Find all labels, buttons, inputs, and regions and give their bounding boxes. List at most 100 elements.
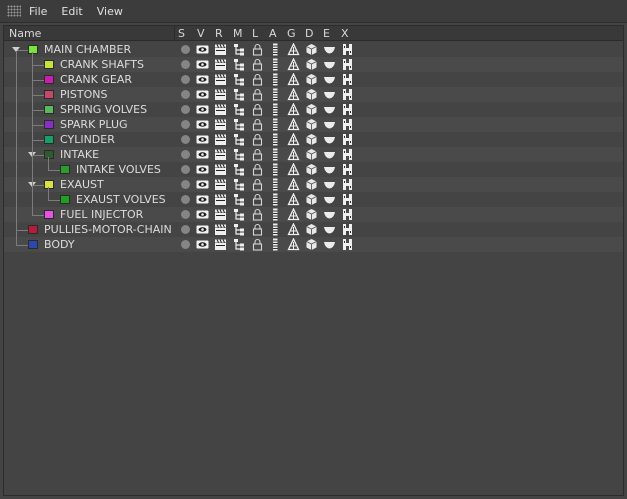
lock-icon[interactable]: [251, 223, 264, 236]
xref-icon[interactable]: [341, 73, 354, 86]
layer-color-swatch[interactable]: [44, 150, 54, 159]
clapperboard-icon[interactable]: [214, 118, 227, 131]
lock-icon[interactable]: [251, 178, 264, 191]
object-name[interactable]: MAIN CHAMBER: [44, 42, 131, 57]
expression-icon[interactable]: [323, 88, 336, 101]
animation-track-icon[interactable]: [269, 148, 282, 161]
layer-color-swatch[interactable]: [60, 165, 70, 174]
lock-icon[interactable]: [251, 193, 264, 206]
layer-color-swatch[interactable]: [44, 210, 54, 219]
layer-color-swatch[interactable]: [44, 90, 54, 99]
hierarchy-icon[interactable]: [233, 43, 246, 56]
object-name[interactable]: BODY: [44, 237, 75, 252]
deformer-icon[interactable]: [305, 148, 318, 161]
eye-icon[interactable]: [196, 208, 209, 221]
object-row-crank-shafts[interactable]: CRANK SHAFTS: [4, 57, 623, 72]
clapperboard-icon[interactable]: [214, 148, 227, 161]
solo-dot-icon[interactable]: [181, 75, 190, 84]
column-header-manager[interactable]: M: [233, 26, 243, 41]
lock-icon[interactable]: [251, 148, 264, 161]
hierarchy-icon[interactable]: [233, 73, 246, 86]
eye-icon[interactable]: [196, 133, 209, 146]
xref-icon[interactable]: [341, 178, 354, 191]
deformer-icon[interactable]: [305, 208, 318, 221]
expression-icon[interactable]: [323, 118, 336, 131]
xref-icon[interactable]: [341, 148, 354, 161]
clapperboard-icon[interactable]: [214, 103, 227, 116]
eye-icon[interactable]: [196, 163, 209, 176]
deformer-icon[interactable]: [305, 73, 318, 86]
eye-icon[interactable]: [196, 178, 209, 191]
menu-view[interactable]: View: [97, 5, 123, 18]
lock-icon[interactable]: [251, 118, 264, 131]
deformer-icon[interactable]: [305, 88, 318, 101]
hierarchy-icon[interactable]: [233, 103, 246, 116]
deformer-icon[interactable]: [305, 133, 318, 146]
layer-color-swatch[interactable]: [28, 225, 38, 234]
object-name[interactable]: CRANK SHAFTS: [60, 57, 144, 72]
eye-icon[interactable]: [196, 88, 209, 101]
expression-icon[interactable]: [323, 73, 336, 86]
solo-dot-icon[interactable]: [181, 150, 190, 159]
xref-icon[interactable]: [341, 88, 354, 101]
hierarchy-icon[interactable]: [233, 163, 246, 176]
hierarchy-icon[interactable]: [233, 238, 246, 251]
xref-icon[interactable]: [341, 208, 354, 221]
solo-dot-icon[interactable]: [181, 195, 190, 204]
generator-icon[interactable]: [287, 208, 300, 221]
column-header-solo[interactable]: S: [178, 26, 185, 41]
eye-icon[interactable]: [196, 58, 209, 71]
solo-dot-icon[interactable]: [181, 240, 190, 249]
expression-icon[interactable]: [323, 103, 336, 116]
solo-dot-icon[interactable]: [181, 135, 190, 144]
expression-icon[interactable]: [323, 178, 336, 191]
eye-icon[interactable]: [196, 193, 209, 206]
solo-dot-icon[interactable]: [181, 45, 190, 54]
xref-icon[interactable]: [341, 193, 354, 206]
generator-icon[interactable]: [287, 118, 300, 131]
animation-track-icon[interactable]: [269, 238, 282, 251]
eye-icon[interactable]: [196, 223, 209, 236]
hierarchy-icon[interactable]: [233, 88, 246, 101]
solo-dot-icon[interactable]: [181, 165, 190, 174]
object-name[interactable]: CRANK GEAR: [60, 72, 132, 87]
animation-track-icon[interactable]: [269, 133, 282, 146]
eye-icon[interactable]: [196, 73, 209, 86]
object-row-intake[interactable]: INTAKE: [4, 147, 623, 162]
deformer-icon[interactable]: [305, 193, 318, 206]
lock-icon[interactable]: [251, 133, 264, 146]
layer-color-swatch[interactable]: [44, 60, 54, 69]
column-header-visible-editor[interactable]: V: [197, 26, 205, 41]
object-name[interactable]: CYLINDER: [60, 132, 115, 147]
animation-track-icon[interactable]: [269, 163, 282, 176]
generator-icon[interactable]: [287, 58, 300, 71]
xref-icon[interactable]: [341, 163, 354, 176]
generator-icon[interactable]: [287, 88, 300, 101]
solo-dot-icon[interactable]: [181, 225, 190, 234]
column-header-generator[interactable]: G: [287, 26, 296, 41]
animation-track-icon[interactable]: [269, 208, 282, 221]
layer-color-swatch[interactable]: [28, 240, 38, 249]
solo-dot-icon[interactable]: [181, 180, 190, 189]
xref-icon[interactable]: [341, 58, 354, 71]
generator-icon[interactable]: [287, 43, 300, 56]
object-row-pullies-motor-chain[interactable]: PULLIES-MOTOR-CHAIN: [4, 222, 623, 237]
deformer-icon[interactable]: [305, 178, 318, 191]
xref-icon[interactable]: [341, 133, 354, 146]
eye-icon[interactable]: [196, 238, 209, 251]
hierarchy-icon[interactable]: [233, 133, 246, 146]
expression-icon[interactable]: [323, 133, 336, 146]
layer-color-swatch[interactable]: [44, 75, 54, 84]
clapperboard-icon[interactable]: [214, 163, 227, 176]
column-header-render[interactable]: R: [215, 26, 223, 41]
clapperboard-icon[interactable]: [214, 88, 227, 101]
layer-color-swatch[interactable]: [44, 105, 54, 114]
deformer-icon[interactable]: [305, 163, 318, 176]
expression-icon[interactable]: [323, 43, 336, 56]
deformer-icon[interactable]: [305, 58, 318, 71]
menu-edit[interactable]: Edit: [61, 5, 82, 18]
animation-track-icon[interactable]: [269, 73, 282, 86]
deformer-icon[interactable]: [305, 103, 318, 116]
object-name[interactable]: SPRING VOLVES: [60, 102, 147, 117]
animation-track-icon[interactable]: [269, 88, 282, 101]
